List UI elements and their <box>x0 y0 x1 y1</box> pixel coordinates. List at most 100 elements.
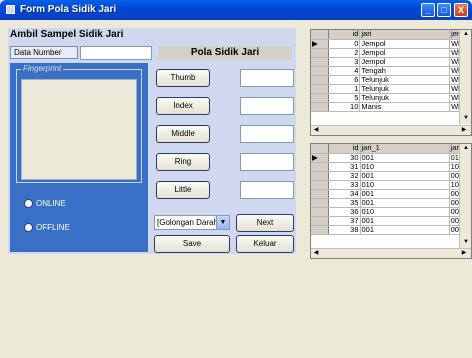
little-field[interactable] <box>240 181 294 199</box>
jari-grid[interactable]: id jari jenis ▶0JempolWhor 2JempolWhor 3… <box>310 29 472 136</box>
little-button[interactable]: Little <box>156 181 210 199</box>
cell[interactable]: 37 <box>328 216 361 226</box>
scroll-left-icon[interactable]: ◀ <box>311 126 321 135</box>
cell[interactable]: 35 <box>328 198 361 208</box>
column-header[interactable]: jari <box>359 30 451 40</box>
cell[interactable]: 2 <box>328 48 361 58</box>
table-row[interactable]: ▶ 30 001 010 <box>311 153 471 163</box>
cell[interactable]: Manis <box>359 102 451 112</box>
table-row[interactable]: 34 001 001 <box>311 189 471 199</box>
row-selector[interactable]: ▶ <box>311 153 329 163</box>
table-row[interactable]: 3JempolWhor <box>311 57 471 67</box>
thumb-field[interactable] <box>240 69 294 87</box>
data-number-input[interactable] <box>80 46 152 60</box>
cell[interactable]: 010 <box>360 162 450 172</box>
row-selector[interactable] <box>311 207 329 217</box>
cell[interactable]: 4 <box>328 66 361 76</box>
next-button[interactable]: Next <box>236 214 294 232</box>
cell[interactable]: 010 <box>360 180 450 190</box>
cell[interactable]: Jempol <box>359 39 451 49</box>
scroll-right-icon[interactable]: ▶ <box>459 249 469 258</box>
row-selector[interactable]: ▶ <box>311 39 329 49</box>
row-selector[interactable] <box>311 162 329 172</box>
table-row[interactable]: 31 010 100 <box>311 162 471 172</box>
cell[interactable]: 5 <box>328 93 361 103</box>
table-row[interactable]: 6TelunjukWhor <box>311 75 471 85</box>
row-selector[interactable] <box>311 57 329 67</box>
ring-button[interactable]: Ring <box>156 153 210 171</box>
table-row[interactable]: 35 001 001 <box>311 198 471 208</box>
row-selector[interactable] <box>311 180 329 190</box>
scroll-down-icon[interactable]: ▼ <box>461 238 471 247</box>
table-row[interactable]: 37 001 001 <box>311 216 471 226</box>
table-row[interactable]: 5TelunjukWhor <box>311 93 471 103</box>
table-row[interactable]: 33 010 100 <box>311 180 471 190</box>
radio-dot[interactable] <box>24 199 33 208</box>
thumb-button[interactable]: Thumb <box>156 69 210 87</box>
cell[interactable]: 30 <box>328 153 361 163</box>
table-row[interactable]: 38 001 001 <box>311 225 471 235</box>
cell[interactable]: 0 <box>328 39 361 49</box>
table-row[interactable]: 2JempolWhor <box>311 48 471 58</box>
cell[interactable]: 33 <box>328 180 361 190</box>
row-selector[interactable] <box>311 102 329 112</box>
row-selector[interactable] <box>311 66 329 76</box>
middle-field[interactable] <box>240 125 294 143</box>
vertical-scrollbar[interactable]: ▲ ▼ <box>459 30 471 124</box>
table-row[interactable]: 1TelunjukWhor <box>311 84 471 94</box>
save-button[interactable]: Save <box>154 235 230 253</box>
cell[interactable]: 001 <box>360 198 450 208</box>
cell[interactable]: Telunjuk <box>359 93 451 103</box>
row-selector[interactable] <box>311 84 329 94</box>
radio-dot[interactable] <box>24 223 33 232</box>
scroll-down-icon[interactable]: ▼ <box>461 114 471 123</box>
middle-button[interactable]: Middle <box>156 125 210 143</box>
cell[interactable]: 32 <box>328 171 361 181</box>
cell[interactable]: 001 <box>360 216 450 226</box>
minimize-button[interactable]: _ <box>421 3 435 17</box>
cell[interactable]: 001 <box>360 153 450 163</box>
cell[interactable]: 10 <box>328 102 361 112</box>
scroll-up-icon[interactable]: ▲ <box>461 144 471 153</box>
row-selector[interactable] <box>311 198 329 208</box>
horizontal-scrollbar[interactable]: ◀ ▶ <box>311 248 471 258</box>
column-header[interactable]: id <box>328 30 361 40</box>
cell[interactable]: 36 <box>328 207 361 217</box>
chevron-down-icon[interactable]: ▼ <box>216 216 229 229</box>
vertical-scrollbar[interactable]: ▲ ▼ <box>459 144 471 248</box>
row-selector[interactable] <box>311 75 329 85</box>
cell[interactable]: 001 <box>360 189 450 199</box>
cell[interactable]: 1 <box>328 84 361 94</box>
scroll-left-icon[interactable]: ◀ <box>311 249 321 258</box>
column-header[interactable]: jari_1 <box>360 144 450 154</box>
index-field[interactable] <box>240 97 294 115</box>
table-row[interactable]: 36 010 001 <box>311 207 471 217</box>
cell[interactable]: 31 <box>328 162 361 172</box>
index-button[interactable]: Index <box>156 97 210 115</box>
row-selector[interactable] <box>311 225 329 235</box>
cell[interactable]: Telunjuk <box>359 75 451 85</box>
title-bar[interactable]: Form Pola Sidik Jari _ □ X <box>0 0 472 20</box>
cell[interactable]: 3 <box>328 57 361 67</box>
row-selector[interactable] <box>311 216 329 226</box>
cell[interactable]: 010 <box>360 207 450 217</box>
close-button[interactable]: X <box>454 3 468 17</box>
cell[interactable]: Telunjuk <box>359 84 451 94</box>
scroll-up-icon[interactable]: ▲ <box>461 30 471 39</box>
cell[interactable]: 38 <box>328 225 361 235</box>
row-selector[interactable] <box>311 171 329 181</box>
cell[interactable]: 001 <box>360 171 450 181</box>
cell[interactable]: Tengah <box>359 66 451 76</box>
cell[interactable]: 34 <box>328 189 361 199</box>
scroll-right-icon[interactable]: ▶ <box>459 126 469 135</box>
cell[interactable]: 6 <box>328 75 361 85</box>
row-selector[interactable] <box>311 189 329 199</box>
keluar-button[interactable]: Keluar <box>236 235 294 253</box>
ring-field[interactable] <box>240 153 294 171</box>
row-selector[interactable] <box>311 93 329 103</box>
table-row[interactable]: 4TengahWhor <box>311 66 471 76</box>
table-row[interactable]: 10ManisWhor <box>311 102 471 112</box>
cell[interactable]: Jempol <box>359 48 451 58</box>
pola-grid[interactable]: id jari_1 jari_2 ▶30001010 31010100 3200… <box>310 143 472 259</box>
cell[interactable]: Jempol <box>359 57 451 67</box>
